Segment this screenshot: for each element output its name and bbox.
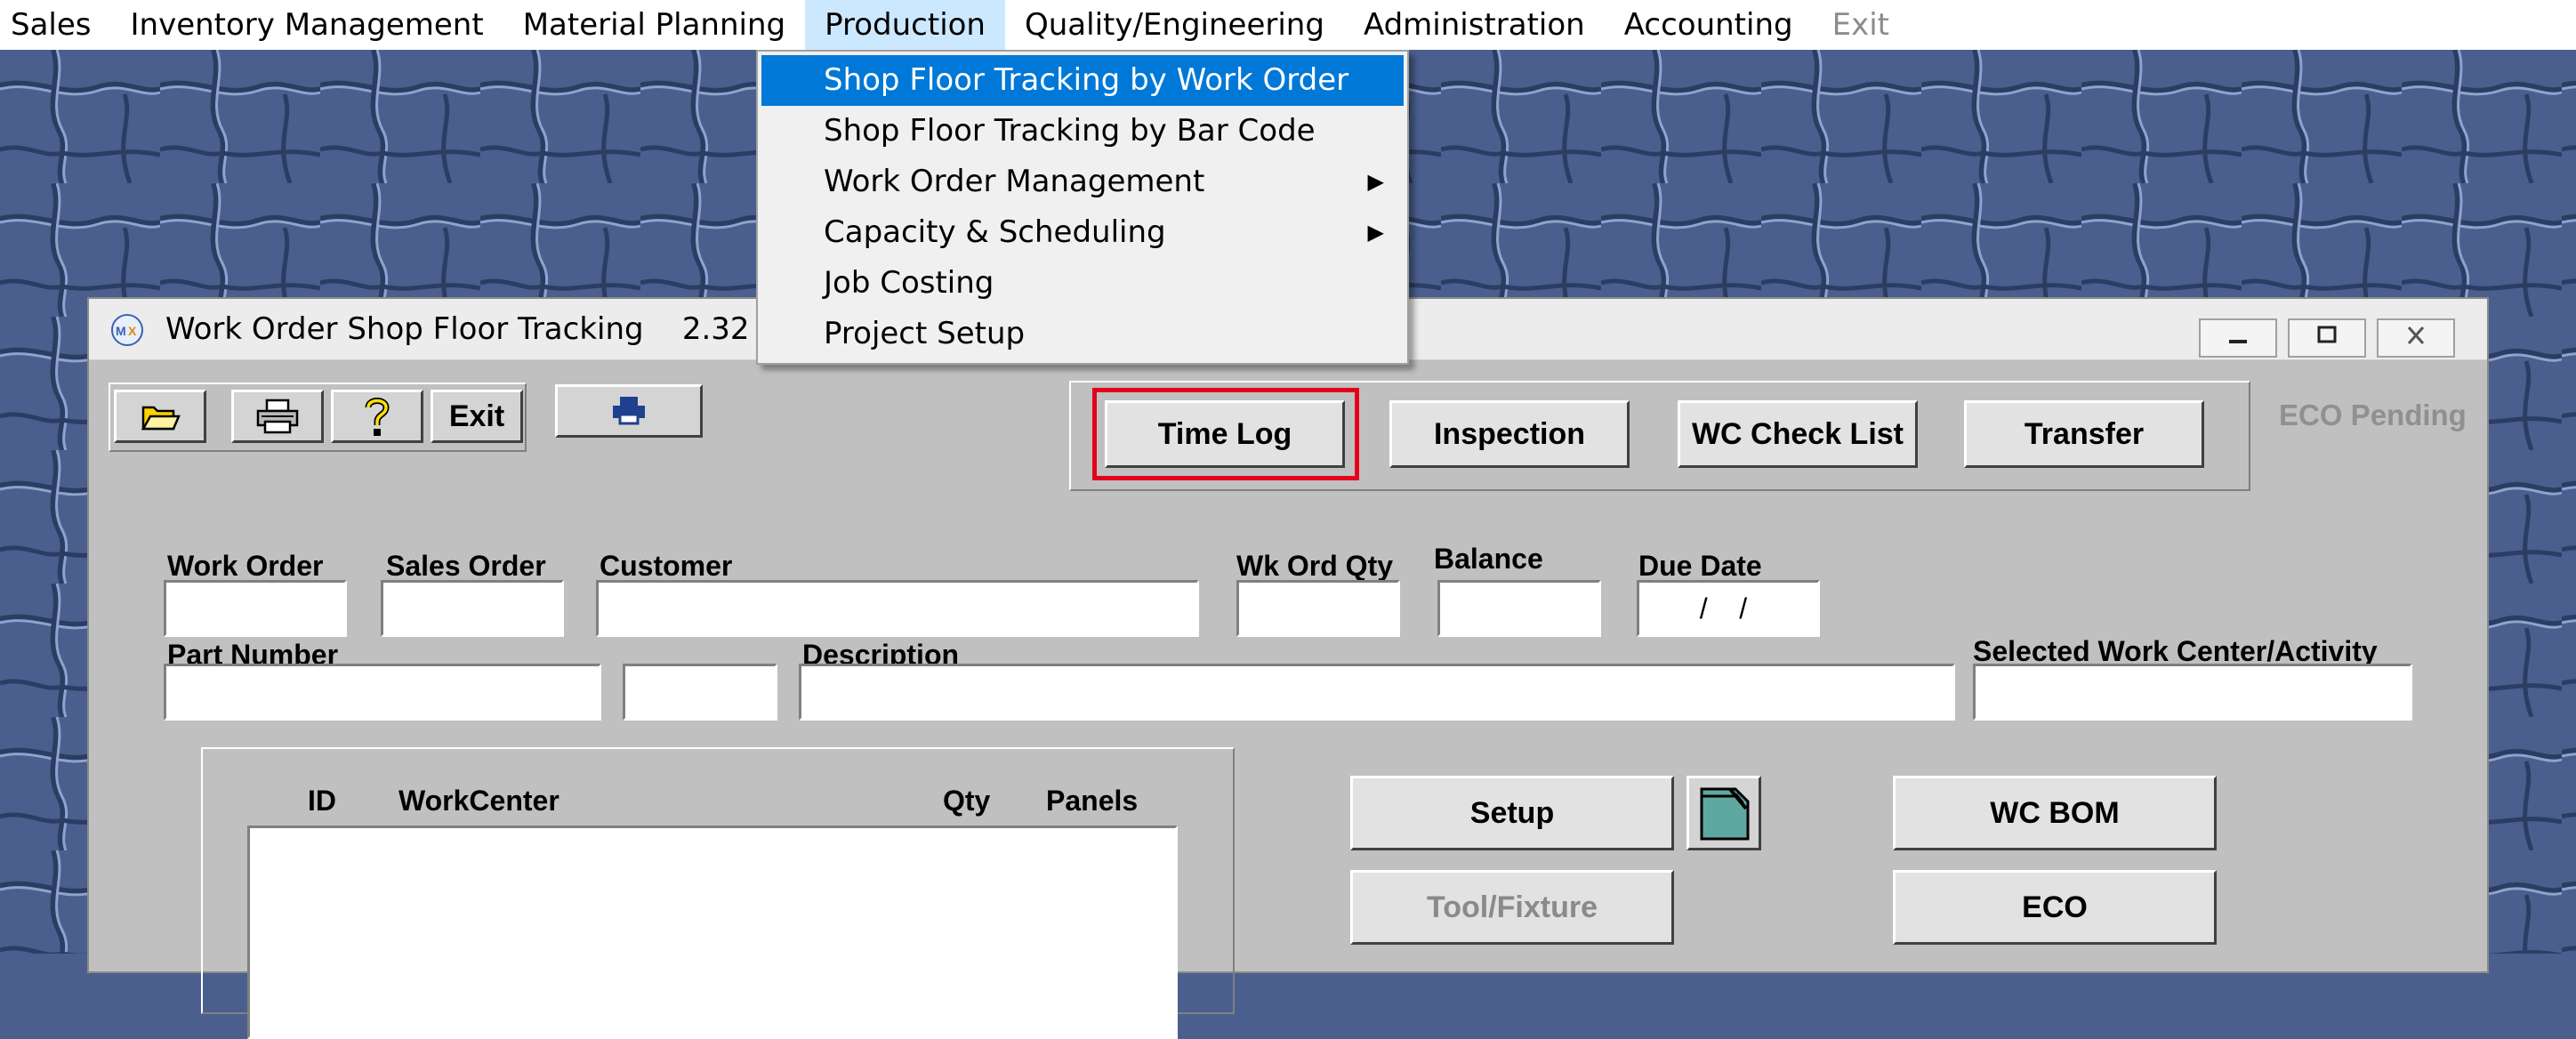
menu-item-job-costing[interactable]: Job Costing bbox=[761, 258, 1404, 309]
exit-button[interactable]: Exit bbox=[431, 390, 523, 443]
action-button-group: Time Log Inspection WC Check List Transf… bbox=[1069, 381, 2250, 491]
toolbar: Exit bbox=[109, 383, 527, 452]
menu-bar: Sales Inventory Management Material Plan… bbox=[0, 0, 2576, 50]
menu-quality-engineering[interactable]: Quality/Engineering bbox=[1005, 0, 1344, 50]
customer-label: Customer bbox=[600, 550, 733, 582]
menu-item-label: Capacity & Scheduling bbox=[824, 214, 1166, 250]
sales-order-label: Sales Order bbox=[386, 550, 546, 582]
app-logo-icon: M X bbox=[111, 314, 143, 346]
window-title: Work Order Shop Floor Tracking 2.32 bbox=[165, 311, 750, 347]
menu-item-label: Shop Floor Tracking by Bar Code bbox=[824, 113, 1316, 149]
balance-field[interactable] bbox=[1437, 580, 1601, 637]
print-button[interactable] bbox=[231, 390, 324, 443]
sales-order-field[interactable] bbox=[381, 580, 564, 637]
menu-item-label: Work Order Management bbox=[824, 164, 1205, 199]
menu-production[interactable]: Production bbox=[805, 0, 1005, 50]
work-order-shop-floor-window: M X Work Order Shop Floor Tracking 2.32 bbox=[87, 297, 2489, 1039]
submenu-arrow-icon: ▶ bbox=[1367, 169, 1384, 194]
eco-pending-status: ECO Pending bbox=[2279, 399, 2467, 431]
revision-field[interactable] bbox=[623, 664, 777, 721]
minimize-icon bbox=[2229, 340, 2247, 343]
menu-item-shop-floor-tracking-by-work-order[interactable]: Shop Floor Tracking by Work Order bbox=[761, 55, 1404, 106]
wk-ord-qty-field[interactable] bbox=[1236, 580, 1400, 637]
tool-fixture-button[interactable]: Tool/Fixture bbox=[1350, 870, 1674, 945]
maximize-button[interactable] bbox=[2288, 318, 2366, 358]
setup-button[interactable]: Setup bbox=[1350, 776, 1674, 850]
eco-button[interactable]: ECO bbox=[1893, 870, 2217, 945]
column-header-workcenter: WorkCenter bbox=[398, 785, 559, 817]
due-date-label: Due Date bbox=[1638, 550, 1762, 582]
column-header-id: ID bbox=[308, 785, 336, 817]
wc-check-list-button[interactable]: WC Check List bbox=[1678, 400, 1918, 468]
menu-item-label: Project Setup bbox=[824, 316, 1026, 351]
printer-icon bbox=[256, 399, 299, 434]
close-icon bbox=[2407, 326, 2425, 344]
svg-text:X: X bbox=[128, 324, 137, 338]
work-order-field[interactable] bbox=[164, 580, 347, 637]
menu-exit[interactable]: Exit bbox=[1813, 0, 1909, 50]
help-question-icon bbox=[365, 398, 390, 436]
exit-button-label: Exit bbox=[448, 399, 505, 433]
close-button[interactable] bbox=[2377, 318, 2455, 358]
notepad-icon bbox=[1700, 787, 1750, 841]
minimize-button[interactable] bbox=[2199, 318, 2277, 358]
submenu-arrow-icon: ▶ bbox=[1367, 220, 1384, 245]
menu-item-label: Job Costing bbox=[824, 265, 994, 301]
balance-label: Balance bbox=[1434, 543, 1543, 575]
wk-ord-qty-label: Wk Ord Qty bbox=[1236, 550, 1394, 582]
open-button[interactable] bbox=[114, 390, 206, 443]
work-center-list[interactable] bbox=[247, 826, 1178, 1039]
selected-work-center-field[interactable] bbox=[1973, 664, 2412, 721]
part-number-field[interactable] bbox=[164, 664, 601, 721]
menu-item-project-setup[interactable]: Project Setup bbox=[761, 309, 1404, 359]
folder-open-icon bbox=[141, 406, 181, 431]
menu-inventory-management[interactable]: Inventory Management bbox=[111, 0, 503, 50]
column-header-qty: Qty bbox=[943, 785, 991, 817]
svg-text:M: M bbox=[116, 324, 126, 338]
time-log-button[interactable]: Time Log bbox=[1105, 400, 1345, 468]
menu-item-label: Shop Floor Tracking by Work Order bbox=[824, 62, 1349, 98]
column-header-panels: Panels bbox=[1046, 785, 1139, 817]
menu-accounting[interactable]: Accounting bbox=[1605, 0, 1813, 50]
menu-administration[interactable]: Administration bbox=[1344, 0, 1605, 50]
inspection-button[interactable]: Inspection bbox=[1389, 400, 1630, 468]
maximize-icon bbox=[2317, 326, 2337, 343]
printer-icon bbox=[613, 397, 645, 425]
notes-button[interactable] bbox=[1686, 776, 1761, 850]
menu-item-capacity-scheduling[interactable]: Capacity & Scheduling ▶ bbox=[761, 207, 1404, 258]
production-dropdown-menu: Shop Floor Tracking by Work Order Shop F… bbox=[756, 50, 1409, 365]
transfer-button[interactable]: Transfer bbox=[1964, 400, 2204, 468]
menu-material-planning[interactable]: Material Planning bbox=[503, 0, 805, 50]
work-center-list-panel: ID WorkCenter Qty Panels bbox=[201, 747, 1235, 1039]
help-button[interactable] bbox=[331, 390, 423, 443]
print-report-button[interactable] bbox=[555, 384, 703, 438]
menu-item-shop-floor-tracking-by-bar-code[interactable]: Shop Floor Tracking by Bar Code bbox=[761, 106, 1404, 157]
menu-sales[interactable]: Sales bbox=[0, 0, 111, 50]
description-field[interactable] bbox=[799, 664, 1955, 721]
due-date-field[interactable]: / / bbox=[1637, 580, 1820, 637]
menu-item-work-order-management[interactable]: Work Order Management ▶ bbox=[761, 157, 1404, 207]
wc-bom-button[interactable]: WC BOM bbox=[1893, 776, 2217, 850]
customer-field[interactable] bbox=[596, 580, 1199, 637]
work-order-label: Work Order bbox=[167, 550, 324, 582]
